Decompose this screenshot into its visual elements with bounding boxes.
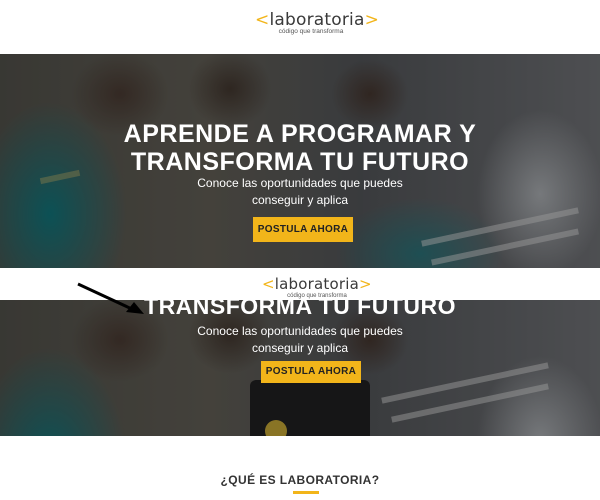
hero-subtitle: Conoce las oportunidades que puedes cons… bbox=[0, 323, 600, 357]
logo-tagline: código que transforma bbox=[278, 28, 344, 35]
apply-now-button[interactable]: POSTULA AHORA bbox=[261, 361, 361, 383]
hero-title: APRENDE A PROGRAMAR Y TRANSFORMA TU FUTU… bbox=[0, 120, 600, 176]
logo-wordmark: <laboratoria> bbox=[262, 275, 372, 293]
hero-subtitle-line-1: Conoce las oportunidades que puedes bbox=[197, 324, 403, 338]
hero-title-line-1: APRENDE A PROGRAMAR Y bbox=[123, 120, 477, 148]
sticky-logo[interactable]: <laboratoria> código que transforma bbox=[262, 276, 372, 300]
hero-subtitle-line-1: Conoce las oportunidades que puedes bbox=[197, 176, 403, 190]
arrow-pointer-icon bbox=[77, 282, 144, 314]
hero-banner: APRENDE A PROGRAMAR Y TRANSFORMA TU FUTU… bbox=[0, 54, 600, 268]
hero-banner-scrolled: TRANSFORMA TU FUTURO Conoce las oportuni… bbox=[0, 300, 600, 436]
hero-subtitle-line-2: conseguir y aplica bbox=[251, 193, 349, 207]
logo-wordmark: <laboratoria> bbox=[255, 10, 380, 30]
apply-now-button[interactable]: POSTULA AHORA bbox=[253, 217, 353, 242]
hero-title-line-2: TRANSFORMA TU FUTURO bbox=[130, 148, 470, 176]
logo[interactable]: <laboratoria> código que transforma bbox=[255, 10, 379, 35]
logo-tagline: código que transforma bbox=[287, 293, 347, 299]
section-title: ¿QUÉ ES LABORATORIA? bbox=[220, 473, 380, 487]
section-underline bbox=[293, 491, 319, 494]
hero-subtitle-line-2: conseguir y aplica bbox=[251, 341, 349, 355]
hero-subtitle: Conoce las oportunidades que puedes cons… bbox=[0, 175, 600, 209]
